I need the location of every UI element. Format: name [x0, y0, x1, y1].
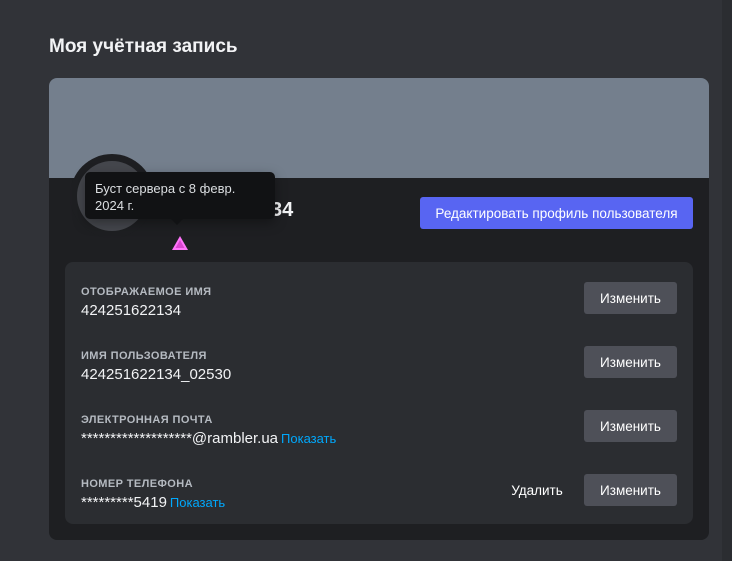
tooltip-arrow: [171, 219, 183, 225]
email-label: ЭЛЕКТРОННАЯ ПОЧТА: [81, 414, 213, 426]
username-value: 424251622134_02530: [81, 366, 232, 383]
username-value-line: 424251622134_02530: [81, 366, 231, 384]
change-phone-button[interactable]: Изменить: [584, 474, 677, 506]
display-name-row: ОТОБРАЖАЕМОЕ ИМЯ 424251622134 Изменить: [65, 282, 693, 342]
email-value-line: *******************@rambler.ua Показать: [81, 430, 336, 448]
phone-row: НОМЕР ТЕЛЕФОНА *********5419 Показать Уда…: [65, 474, 693, 534]
reveal-phone-link[interactable]: Показать: [170, 495, 225, 510]
username-label: ИМЯ ПОЛЬЗОВАТЕЛЯ: [81, 350, 207, 362]
boost-tooltip: Буст сервера с 8 февр. 2024 г.: [85, 172, 275, 225]
boost-tooltip-text: Буст сервера с 8 февр. 2024 г.: [95, 181, 236, 213]
display-name-value-line: 424251622134: [81, 302, 181, 320]
phone-value: *********5419: [81, 494, 167, 511]
username-row: ИМЯ ПОЛЬЗОВАТЕЛЯ 424251622134_02530 Изме…: [65, 346, 693, 406]
right-scroll-gutter: [722, 0, 732, 561]
profile-banner: [49, 78, 709, 178]
account-fields-panel: ОТОБРАЖАЕМОЕ ИМЯ 424251622134 Изменить И…: [65, 262, 693, 524]
email-row: ЭЛЕКТРОННАЯ ПОЧТА *******************@ra…: [65, 410, 693, 470]
edit-profile-button[interactable]: Редактировать профиль пользователя: [420, 197, 693, 229]
display-name-value: 424251622134: [81, 302, 182, 319]
account-settings-page: { "page": { "title": "Моя учётная запись…: [0, 0, 732, 561]
page-title: Моя учётная запись: [49, 36, 238, 57]
reveal-email-link[interactable]: Показать: [281, 431, 336, 446]
phone-value-line: *********5419 Показать: [81, 494, 225, 512]
change-display-name-button[interactable]: Изменить: [584, 282, 677, 314]
server-boost-icon[interactable]: [171, 235, 189, 251]
display-name-label: ОТОБРАЖАЕМОЕ ИМЯ: [81, 286, 212, 298]
account-profile-card: 34 Редактировать профиль пользователя ОТ…: [49, 78, 709, 540]
change-username-button[interactable]: Изменить: [584, 346, 677, 378]
change-email-button[interactable]: Изменить: [584, 410, 677, 442]
remove-phone-button[interactable]: Удалить: [497, 474, 577, 506]
email-value: *******************@rambler.ua: [81, 430, 279, 447]
phone-label: НОМЕР ТЕЛЕФОНА: [81, 478, 193, 490]
